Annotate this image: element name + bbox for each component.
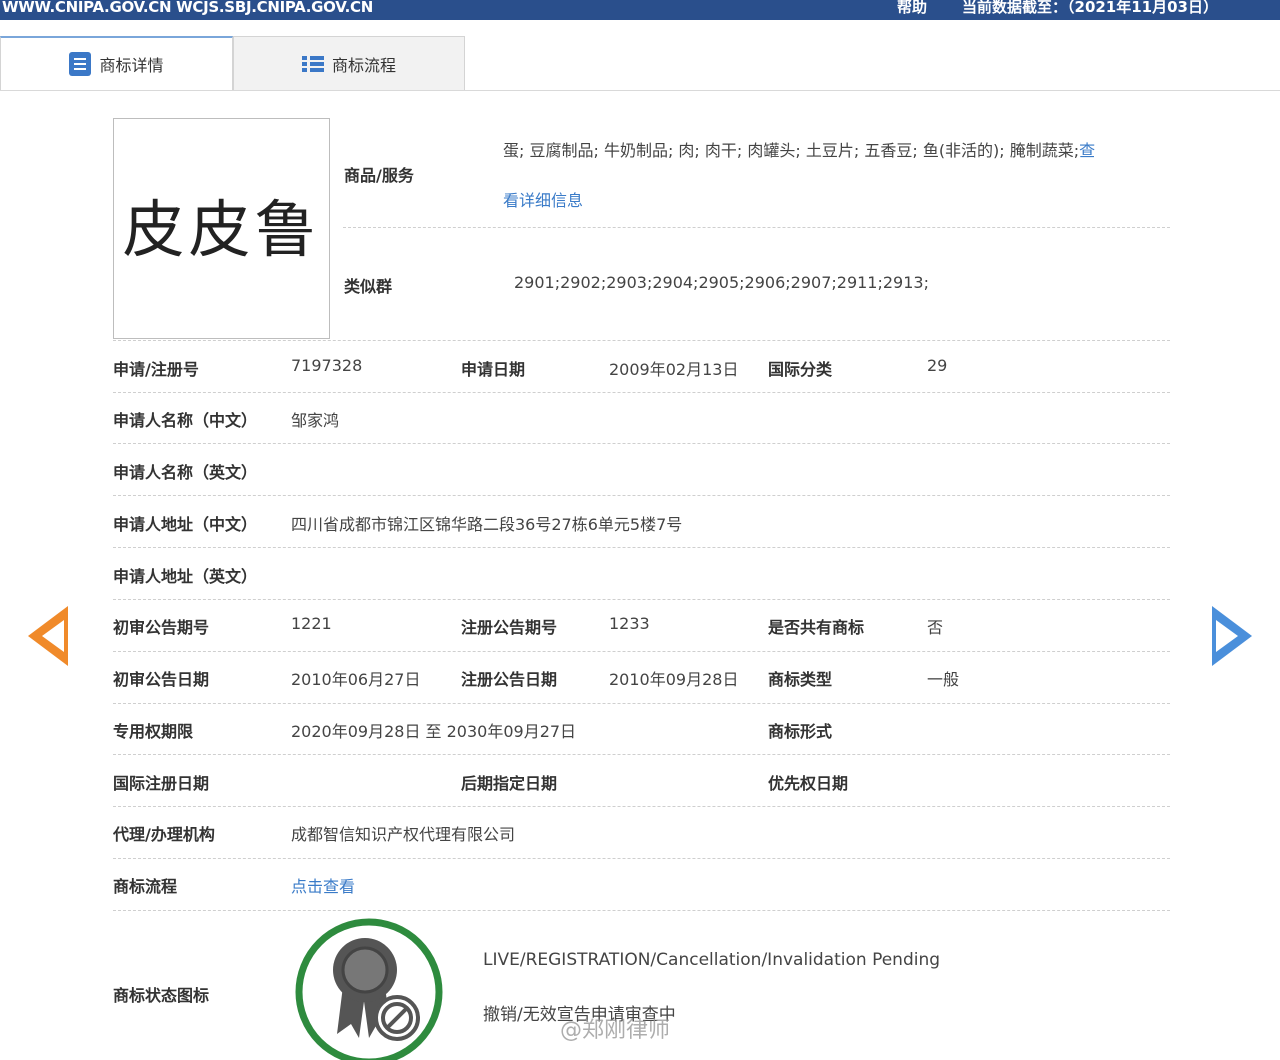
tab-label: 商标流程 (331, 55, 396, 75)
prev-arrow-icon[interactable] (28, 606, 68, 666)
process-label: 商标流程 (113, 877, 178, 896)
divider (113, 495, 1170, 496)
divider (113, 806, 1170, 807)
applicant-cn-label: 申请人名称（中文） (113, 411, 258, 430)
shared-label: 是否共有商标 (768, 618, 865, 637)
intl-reg-date-label: 国际注册日期 (113, 774, 210, 793)
tab-label: 商标详情 (99, 56, 164, 75)
tab-trademark-detail[interactable]: 商标详情 (0, 36, 233, 90)
divider (113, 443, 1170, 444)
prelim-date-label: 初审公告日期 (113, 670, 210, 689)
status-en: LIVE/REGISTRATION/Cancellation/Invalidat… (483, 950, 941, 970)
list-icon (301, 54, 324, 74)
reg-ann-no-value: 1233 (609, 614, 650, 633)
prelim-no-value: 1221 (291, 614, 332, 633)
help-link[interactable]: 帮助 (897, 0, 927, 16)
divider (113, 340, 1170, 341)
divider (113, 599, 1170, 600)
process-link[interactable]: 点击查看 (291, 873, 355, 897)
reg-ann-date-value: 2010年09月28日 (609, 670, 739, 689)
address-en-label: 申请人地址（英文） (113, 567, 258, 586)
agency-label: 代理/办理机构 (113, 825, 215, 844)
agency-value: 成都智信知识产权代理有限公司 (291, 825, 516, 844)
prelim-no-label: 初审公告期号 (113, 618, 210, 637)
next-arrow-icon[interactable] (1212, 606, 1252, 666)
tab-bar: 商标详情 商标流程 (0, 36, 1280, 92)
divider (113, 858, 1170, 859)
tab-divider (0, 90, 1280, 91)
goods-detail-link-2[interactable]: 看详细信息 (503, 187, 583, 211)
goods-label: 商品/服务 (344, 166, 414, 185)
divider (113, 703, 1170, 704)
applicant-cn-value: 邹家鸿 (291, 411, 340, 430)
similar-group-value: 2901;2902;2903;2904;2905;2906;2907;2911;… (514, 273, 929, 292)
similar-group-label: 类似群 (344, 277, 393, 296)
reg-no-label: 申请/注册号 (113, 360, 199, 379)
trademark-image: 皮皮鲁 (113, 118, 330, 339)
goods-value: 蛋; 豆腐制品; 牛奶制品; 肉; 肉干; 肉罐头; 土豆片; 五香豆; 鱼(非… (503, 141, 1096, 160)
reg-ann-date-label: 注册公告日期 (461, 670, 558, 689)
watermark: @郑刚律师 (560, 1018, 671, 1043)
tm-type-label: 商标类型 (768, 670, 833, 689)
shared-value: 否 (927, 618, 944, 637)
divider (113, 651, 1170, 652)
app-date-value: 2009年02月13日 (609, 360, 739, 379)
divider (343, 227, 1170, 228)
status-label: 商标状态图标 (113, 986, 210, 1005)
divider (113, 392, 1170, 393)
address-cn-value: 四川省成都市锦江区锦华路二段36号27栋6单元5楼7号 (291, 515, 683, 534)
tab-trademark-process[interactable]: 商标流程 (233, 36, 465, 90)
intl-class-value: 29 (927, 356, 948, 375)
reg-no-value: 7197328 (291, 356, 363, 375)
tm-type-value: 一般 (927, 670, 960, 689)
exclusive-value: 2020年09月28日 至 2030年09月27日 (291, 722, 577, 741)
tm-form-label: 商标形式 (768, 722, 833, 741)
app-date-label: 申请日期 (461, 360, 526, 379)
address-cn-label: 申请人地址（中文） (113, 515, 258, 534)
intl-class-label: 国际分类 (768, 360, 833, 379)
divider (113, 547, 1170, 548)
prelim-date-value: 2010年06月27日 (291, 670, 421, 689)
divider (113, 754, 1170, 755)
top-bar: WWW.CNIPA.GOV.CN WCJS.SBJ.CNIPA.GOV.CN 帮… (0, 0, 1280, 20)
applicant-en-label: 申请人名称（英文） (113, 463, 258, 482)
data-date: 当前数据截至：（2021年11月03日） (962, 0, 1218, 16)
priority-label: 优先权日期 (768, 774, 849, 793)
exclusive-label: 专用权期限 (113, 722, 194, 741)
site-url: WWW.CNIPA.GOV.CN WCJS.SBJ.CNIPA.GOV.CN (2, 0, 373, 16)
goods-detail-link[interactable]: 查 (1079, 141, 1095, 160)
document-icon (69, 52, 92, 76)
divider (113, 910, 1170, 911)
reg-ann-no-label: 注册公告期号 (461, 618, 558, 637)
later-date-label: 后期指定日期 (461, 774, 558, 793)
status-badge-icon (295, 918, 443, 1060)
